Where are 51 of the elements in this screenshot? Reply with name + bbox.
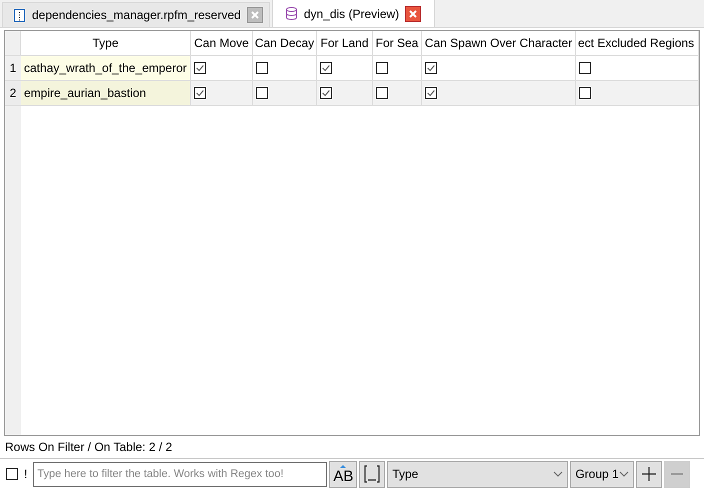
column-header[interactable]: For Sea bbox=[373, 31, 422, 56]
case-sensitive-button[interactable]: AB bbox=[329, 460, 358, 488]
minus-icon bbox=[671, 473, 684, 475]
column-header[interactable]: Can Spawn Over Character bbox=[422, 31, 576, 56]
checkbox[interactable] bbox=[194, 87, 206, 99]
check-icon bbox=[426, 88, 436, 98]
chevron-icon bbox=[553, 470, 564, 478]
check-icon bbox=[195, 88, 205, 98]
checkbox[interactable] bbox=[256, 87, 268, 99]
tab[interactable]: dyn_dis (Preview) bbox=[272, 0, 436, 27]
tab[interactable]: dependencies_manager.rpfm_reserved bbox=[2, 2, 270, 27]
filter-field[interactable]: Type here to filter the table. Works with Regex too! bbox=[33, 462, 328, 486]
check-icon bbox=[321, 63, 331, 73]
checkbox[interactable] bbox=[425, 87, 437, 99]
column-header[interactable]: ect Excluded Regions bbox=[576, 31, 699, 56]
chevron-icon bbox=[619, 470, 630, 478]
caret-icon bbox=[338, 464, 348, 469]
negate-label: ! bbox=[24, 467, 28, 481]
checkbox[interactable] bbox=[425, 62, 437, 74]
document-icon bbox=[13, 8, 26, 22]
checkbox[interactable] bbox=[376, 62, 388, 74]
table-cell: empire_aurian_bastion bbox=[21, 81, 191, 106]
plus-icon bbox=[640, 465, 658, 483]
check-icon bbox=[195, 63, 205, 73]
group-dropdown[interactable]: Group 1 bbox=[570, 460, 634, 488]
table-cell: cathay_wrath_of_the_emperor bbox=[21, 56, 191, 81]
checkbox[interactable] bbox=[194, 62, 206, 74]
row-number: 2 bbox=[5, 81, 21, 106]
checkbox[interactable] bbox=[320, 62, 332, 74]
checkbox[interactable] bbox=[6, 468, 18, 480]
check-icon bbox=[426, 63, 436, 73]
checkbox[interactable] bbox=[579, 87, 591, 99]
check-icon bbox=[321, 88, 331, 98]
close-icon bbox=[248, 9, 261, 21]
close-button[interactable] bbox=[246, 7, 263, 23]
database-icon bbox=[284, 6, 298, 21]
checkbox[interactable] bbox=[256, 62, 268, 74]
close-button[interactable] bbox=[405, 6, 422, 22]
checkbox[interactable] bbox=[320, 87, 332, 99]
column-dropdown[interactable]: Type bbox=[387, 460, 568, 488]
column-header[interactable]: For Land bbox=[317, 31, 373, 56]
close-icon bbox=[407, 8, 420, 20]
whitespace-button[interactable] bbox=[359, 460, 386, 488]
row-number: 1 bbox=[5, 56, 21, 81]
checkbox[interactable] bbox=[579, 62, 591, 74]
checkbox[interactable] bbox=[376, 87, 388, 99]
column-header[interactable]: Can Decay bbox=[253, 31, 317, 56]
add-button[interactable] bbox=[636, 460, 662, 488]
column-header[interactable]: Can Move bbox=[191, 31, 253, 56]
bracket-icon bbox=[363, 464, 382, 484]
row-count-text: Rows On Filter / On Table: 2 / 2 bbox=[4, 439, 174, 456]
